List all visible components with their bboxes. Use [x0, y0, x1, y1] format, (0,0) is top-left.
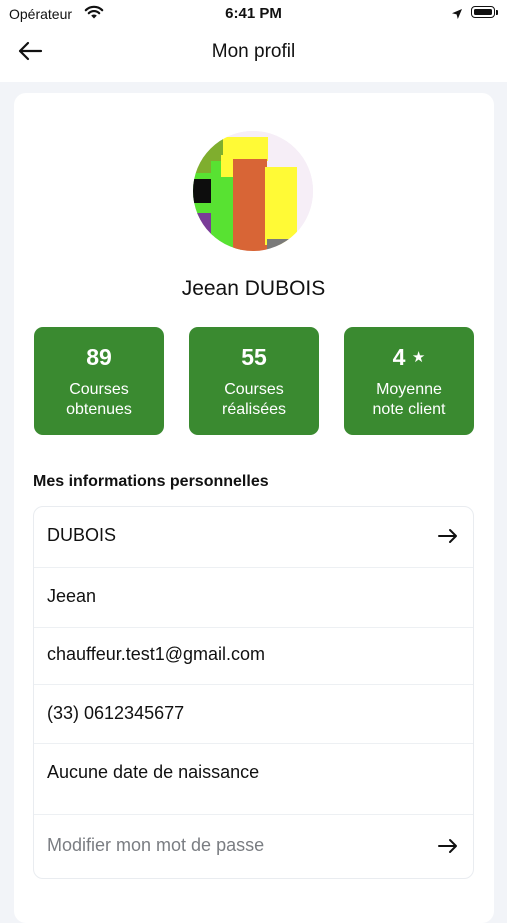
change-password-row[interactable]: Modifier mon mot de passe: [34, 814, 473, 878]
stat-label: Moyenne note client: [344, 380, 474, 420]
rating-value: 4: [392, 344, 406, 370]
last-name-value: DUBOIS: [47, 525, 117, 545]
birthdate-value: Aucune date de naissance: [47, 762, 260, 782]
info-row-last-name[interactable]: DUBOIS: [34, 507, 473, 568]
battery-icon: [471, 6, 495, 18]
stat-value: 4 ★: [344, 344, 474, 371]
stat-label-line: note client: [372, 401, 446, 418]
page-title: Mon profil: [211, 41, 296, 62]
stat-courses-obtenues: 89 Courses obtenues: [34, 327, 164, 435]
info-row-phone[interactable]: (33) 0612345677: [34, 684, 473, 744]
arrow-right-icon: [437, 835, 459, 857]
info-row-email[interactable]: chauffeur.test1@gmail.com: [34, 627, 473, 685]
star-icon: ★: [411, 349, 426, 366]
stat-courses-realisees: 55 Courses réalisées: [189, 327, 319, 435]
section-title: Mes informations personnelles: [33, 473, 269, 490]
stat-label-line: réalisées: [221, 401, 287, 418]
navigation-bar: Mon profil: [0, 28, 507, 78]
status-bar: Opérateur 6:41 PM: [0, 0, 507, 28]
stat-label-line: Moyenne: [376, 381, 442, 398]
personal-info-list: DUBOIS Jeean chauffeur.test1@gmail.com (…: [33, 506, 474, 879]
stat-label-line: Courses: [69, 381, 129, 398]
phone-value: (33) 0612345677: [47, 703, 185, 723]
stat-value: 89: [86, 344, 112, 370]
battery-level: [474, 9, 492, 15]
email-value: chauffeur.test1@gmail.com: [47, 644, 266, 664]
location-arrow-icon: [451, 7, 463, 25]
stat-label: Courses réalisées: [189, 380, 319, 420]
stat-label-line: Courses: [224, 381, 284, 398]
info-row-birthdate[interactable]: Aucune date de naissance: [34, 743, 473, 815]
arrow-right-icon: [437, 525, 459, 547]
stat-label-line: obtenues: [66, 401, 132, 418]
avatar[interactable]: [193, 131, 313, 251]
user-name: Jeean DUBOIS: [181, 277, 326, 300]
first-name-value: Jeean: [47, 586, 97, 606]
battery-tip: [496, 10, 498, 15]
stat-label: Courses obtenues: [34, 380, 164, 420]
top-area: Opérateur 6:41 PM Mon profil: [0, 0, 507, 82]
stat-value: 55: [241, 344, 267, 370]
info-row-first-name[interactable]: Jeean: [34, 567, 473, 628]
status-time: 6:41 PM: [225, 5, 282, 22]
change-password-label: Modifier mon mot de passe: [47, 835, 265, 855]
stat-moyenne-note: 4 ★ Moyenne note client: [344, 327, 474, 435]
